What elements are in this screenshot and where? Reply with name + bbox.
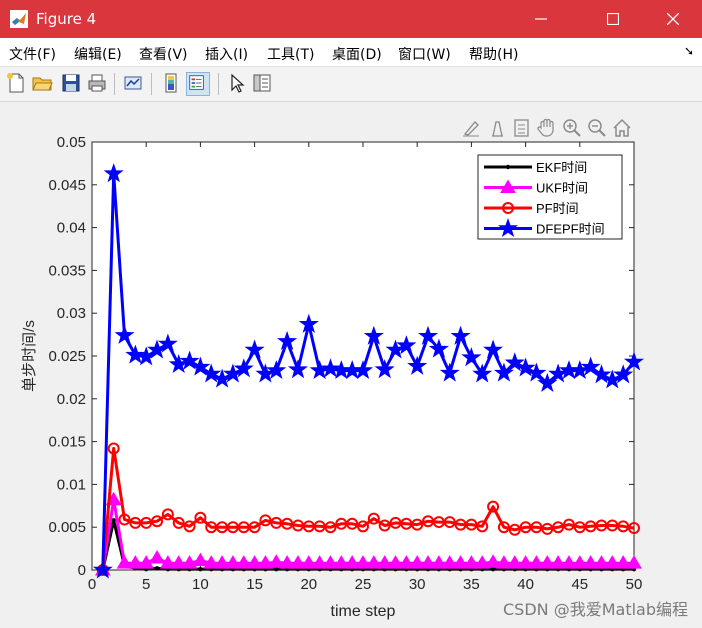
x-tick-label: 25: [355, 576, 372, 593]
y-tick-label: 0.04: [57, 220, 86, 237]
legend-label: EKF时间: [536, 160, 587, 175]
watermark: CSDN @我爱Matlab编程: [503, 600, 688, 619]
legend-label: UKF时间: [536, 181, 588, 196]
y-tick-label: 0.005: [48, 519, 86, 536]
data-point: [198, 566, 203, 572]
y-tick-label: 0: [78, 562, 86, 579]
x-tick-label: 5: [142, 576, 150, 593]
x-tick-label: 35: [463, 576, 480, 593]
x-tick-label: 50: [626, 576, 643, 593]
y-tick-label: 0.02: [57, 391, 86, 408]
legend-label: DFEPF时间: [536, 222, 605, 237]
data-point: [154, 566, 160, 571]
legend-marker: [505, 164, 511, 170]
y-axis-label: 单步时间/s: [21, 320, 38, 392]
y-tick-label: 0.015: [48, 434, 86, 451]
x-tick-label: 10: [192, 576, 209, 593]
legend[interactable]: EKF时间 UKF时间 PF时间 DFEPF时间: [477, 154, 623, 240]
x-tick-label: 15: [246, 576, 263, 593]
x-axis-label: time step: [331, 603, 396, 620]
y-tick-label: 0.05: [57, 134, 86, 151]
x-tick-label: 0: [88, 576, 96, 593]
legend-label: PF时间: [536, 201, 579, 216]
x-tick-label: 40: [517, 576, 534, 593]
x-tick-label: 45: [571, 576, 588, 593]
y-tick-label: 0.01: [57, 476, 86, 493]
y-tick-label: 0.035: [48, 262, 86, 279]
line-chart: 0 5 10 15 20 25 30 35 40 45 50 0 0.005 0.01 0.015 0.02 0…: [21, 134, 645, 620]
y-tick-label: 0.045: [48, 177, 86, 194]
y-tick-label: 0.025: [48, 348, 86, 365]
x-tick-label: 20: [300, 576, 317, 593]
x-tick-label: 30: [409, 576, 426, 593]
y-tick-label: 0.03: [57, 305, 86, 322]
